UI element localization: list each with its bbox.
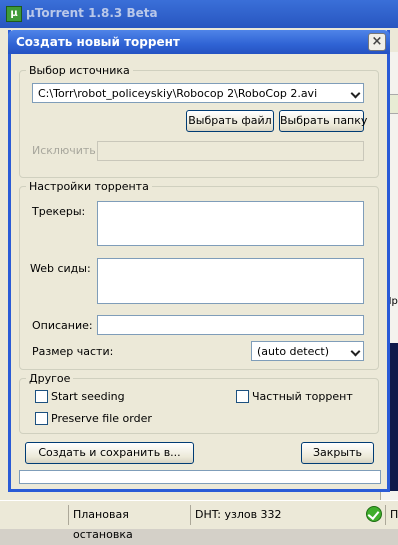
preserve-order-label[interactable]: Preserve file order bbox=[51, 412, 152, 425]
webseeds-label: Web сиды: bbox=[30, 262, 91, 275]
other-group: Другое bbox=[19, 372, 379, 434]
dialog-titlebar[interactable]: Создать новый торрент × bbox=[8, 30, 390, 54]
exclude-label: Исключить: bbox=[32, 144, 100, 157]
description-input[interactable] bbox=[97, 315, 364, 335]
private-torrent-checkbox[interactable] bbox=[236, 390, 249, 403]
status-cell-tail: П bbox=[385, 505, 398, 525]
webseeds-textarea[interactable] bbox=[97, 258, 364, 304]
exclude-input[interactable] bbox=[97, 141, 364, 161]
status-cell-empty bbox=[0, 505, 68, 525]
progress-bar bbox=[19, 470, 381, 484]
trackers-label: Трекеры: bbox=[32, 205, 86, 218]
private-torrent-label[interactable]: Частный торрент bbox=[252, 390, 353, 403]
close-button[interactable]: Закрыть bbox=[301, 442, 374, 464]
description-label: Описание: bbox=[32, 319, 93, 332]
main-window-titlebar: µ µTorrent 1.8.3 Beta bbox=[0, 0, 398, 28]
create-torrent-dialog: Создать новый торрент × Выбор источника … bbox=[8, 30, 390, 492]
create-and-save-button[interactable]: Создать и сохранить в... bbox=[25, 442, 194, 464]
piece-size-select[interactable]: (auto detect) bbox=[251, 341, 364, 361]
network-ok-icon[interactable] bbox=[366, 506, 382, 522]
torrent-settings-label: Настройки торрента bbox=[26, 180, 152, 193]
other-group-label: Другое bbox=[26, 372, 74, 385]
start-seeding-checkbox[interactable] bbox=[35, 390, 48, 403]
status-bar: Плановая остановка DHT: узлов 332 П bbox=[0, 500, 398, 541]
piece-size-value: (auto detect) bbox=[257, 345, 330, 358]
utorrent-logo-icon: µ bbox=[6, 6, 22, 22]
start-seeding-label[interactable]: Start seeding bbox=[51, 390, 125, 403]
chevron-down-icon[interactable] bbox=[351, 88, 361, 98]
dialog-title: Создать новый торрент bbox=[16, 35, 180, 49]
scheduler-status: Плановая остановка bbox=[68, 505, 191, 541]
select-file-button[interactable]: Выбрать файл bbox=[186, 110, 274, 132]
chevron-down-icon[interactable] bbox=[351, 346, 361, 356]
dht-status: DHT: узлов 332 bbox=[190, 505, 365, 525]
piece-size-label: Размер части: bbox=[32, 345, 114, 358]
source-group-label: Выбор источника bbox=[26, 64, 133, 77]
close-icon[interactable]: × bbox=[368, 33, 386, 51]
select-folder-button[interactable]: Выбрать папку bbox=[279, 110, 367, 132]
trackers-textarea[interactable] bbox=[97, 201, 364, 246]
preserve-order-checkbox[interactable] bbox=[35, 412, 48, 425]
main-window-title: µTorrent 1.8.3 Beta bbox=[26, 6, 158, 20]
source-path-select[interactable]: C:\Torr\robot_policeyskiy\Robocop 2\Robo… bbox=[32, 83, 364, 103]
source-path-value: C:\Torr\robot_policeyskiy\Robocop 2\Robo… bbox=[38, 87, 318, 100]
